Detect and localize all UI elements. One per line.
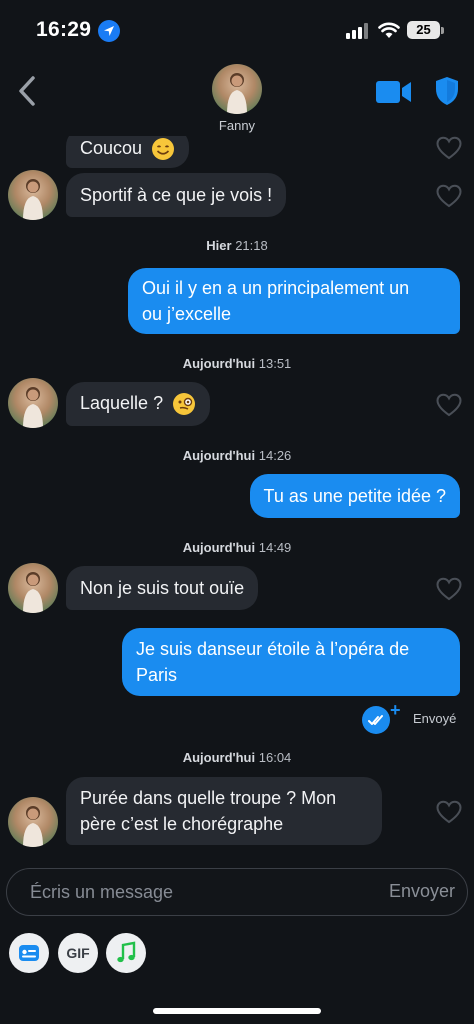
separator-time: 14:49: [258, 540, 292, 555]
delivery-status: + Envoyé: [362, 700, 474, 734]
video-camera-icon: [376, 81, 411, 103]
contact-avatar[interactable]: [8, 170, 58, 220]
separator-day: Aujourd'hui: [182, 356, 256, 371]
battery-cap: [441, 27, 444, 34]
shield-icon: [436, 77, 458, 105]
date-separator: Aujourd'hui 16:04: [0, 750, 474, 765]
contact-name[interactable]: Fanny: [0, 118, 474, 133]
contact-avatar[interactable]: [8, 563, 58, 613]
outgoing-message[interactable]: Je suis danseur étoile à l’opéra de Pari…: [122, 628, 460, 696]
incoming-message[interactable]: Purée dans quelle troupe ? Mon père c’es…: [66, 777, 382, 845]
separator-time: 16:04: [258, 750, 292, 765]
heart-icon[interactable]: [436, 136, 462, 160]
message-input[interactable]: [30, 869, 370, 915]
message-line: Purée dans quelle troupe ? Mon: [80, 788, 337, 808]
wifi-icon: [378, 22, 400, 38]
date-separator: Hier 21:18: [0, 238, 474, 253]
message-list[interactable]: Coucou Sportif à ce que je vois ! Hier 2…: [0, 136, 474, 866]
status-bar: 16:29 25: [0, 0, 474, 60]
safety-shield-button[interactable]: [434, 76, 460, 106]
location-arrow-icon: [98, 20, 120, 42]
separator-time: 21:18: [235, 238, 268, 253]
message-line: ou j’excelle: [142, 304, 232, 324]
smiling-face-emoji: [152, 138, 175, 161]
incoming-message[interactable]: Laquelle ?: [66, 382, 211, 426]
separator-day: Aujourd'hui: [182, 750, 256, 765]
date-separator: Aujourd'hui 14:49: [0, 540, 474, 555]
sent-label: Envoyé: [413, 711, 457, 726]
read-receipt-icon: [362, 706, 390, 734]
video-call-button[interactable]: [376, 80, 412, 104]
contact-avatar[interactable]: [8, 378, 58, 428]
back-icon: [19, 76, 35, 106]
separator-time: 13:51: [258, 356, 292, 371]
message-line: Paris: [136, 665, 178, 685]
chat-screen: 16:29 25 Fanny Coucou Sportif à ce que j…: [0, 0, 474, 1024]
contact-card-icon: [19, 945, 39, 961]
separator-day: Aujourd'hui: [182, 448, 256, 463]
cellular-signal-icon: [346, 23, 370, 39]
separator-time: 14:26: [258, 448, 292, 463]
battery-level: 25: [407, 21, 440, 39]
send-button[interactable]: Envoyer: [389, 881, 455, 902]
gif-button[interactable]: GIF: [58, 933, 98, 973]
separator-day: Aujourd'hui: [182, 540, 256, 555]
date-separator: Aujourd'hui 13:51: [0, 356, 474, 371]
back-button[interactable]: [12, 74, 44, 108]
message-text: Laquelle ?: [80, 393, 164, 413]
contact-card-button[interactable]: [9, 933, 49, 973]
heart-icon[interactable]: [436, 800, 462, 824]
status-time: 16:29: [36, 18, 92, 41]
outgoing-message[interactable]: Tu as une petite idée ?: [249, 474, 460, 518]
message-line: Oui il y en a un principalement un: [142, 278, 410, 298]
date-separator: Aujourd'hui 14:26: [0, 448, 474, 463]
home-indicator[interactable]: [153, 1008, 321, 1014]
incoming-message[interactable]: Non je suis tout ouïe: [66, 566, 259, 610]
heart-icon[interactable]: [436, 184, 462, 208]
message-line: Je suis danseur étoile à l’opéra de: [136, 639, 410, 659]
heart-icon[interactable]: [436, 393, 462, 417]
boost-plus-icon[interactable]: +: [390, 700, 401, 721]
chat-header: Fanny: [0, 60, 474, 136]
separator-day: Hier: [206, 238, 232, 253]
gif-label: GIF: [66, 945, 90, 961]
contact-avatar[interactable]: [8, 797, 58, 847]
music-note-icon: [117, 941, 136, 963]
incoming-message[interactable]: Coucou: [66, 136, 190, 168]
outgoing-message[interactable]: Oui il y en a un principalement un ou j’…: [128, 268, 460, 334]
face-with-monocle-emoji: [173, 393, 196, 416]
music-button[interactable]: [106, 933, 146, 973]
message-line: père c’est le chorégraphe: [80, 814, 284, 834]
message-composer: Envoyer: [6, 868, 468, 916]
profile-avatar[interactable]: [212, 64, 262, 114]
message-text: Coucou: [80, 138, 143, 158]
incoming-message[interactable]: Sportif à ce que je vois !: [66, 173, 287, 217]
heart-icon[interactable]: [436, 577, 462, 601]
